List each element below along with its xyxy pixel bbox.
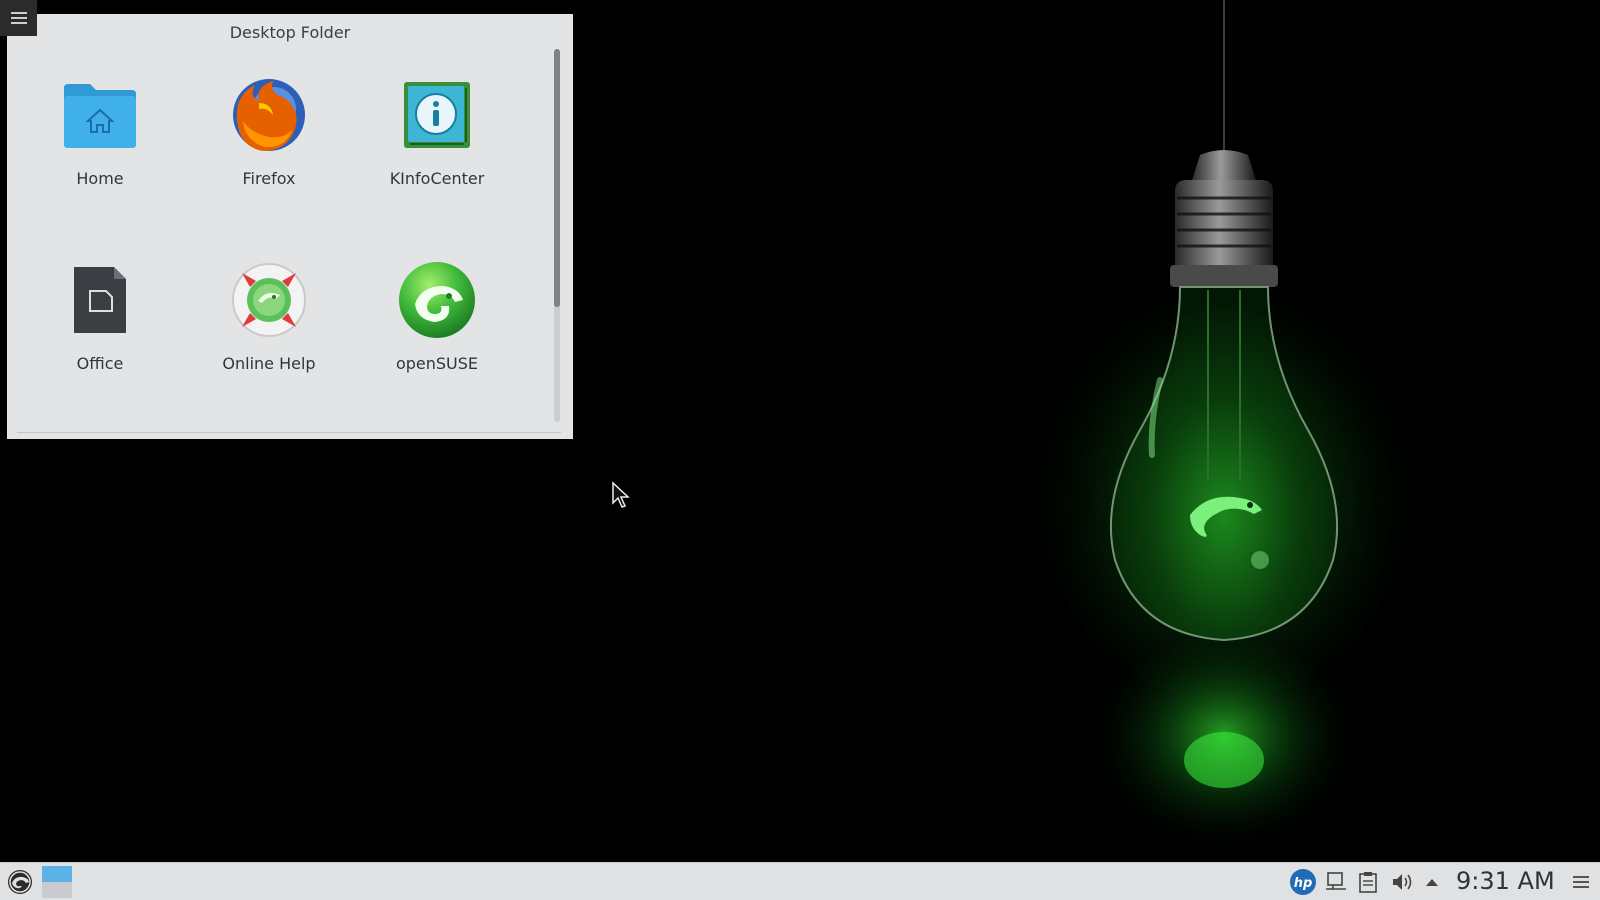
folder-title: Desktop Folder <box>229 23 351 42</box>
desktop-icon-online-help[interactable]: Online Help <box>189 259 349 429</box>
panel-menu-button[interactable] <box>1568 863 1594 900</box>
panel-menu-icon <box>1573 875 1589 888</box>
icon-label: KInfoCenter <box>389 169 485 188</box>
desktop-icon-opensuse[interactable]: openSUSE <box>357 259 517 429</box>
icon-label: Firefox <box>242 169 296 188</box>
folder-divider <box>17 432 561 433</box>
icon-label: Online Help <box>222 354 316 373</box>
opensuse-logo-icon <box>396 259 478 341</box>
folder-widget-menu-button[interactable] <box>0 0 37 36</box>
volume-icon <box>1393 873 1412 890</box>
display-icon <box>1326 871 1346 890</box>
desktop-icon-office[interactable]: Office <box>20 259 180 429</box>
icon-label: Office <box>76 354 124 373</box>
expand-tray-arrow-icon <box>1426 878 1438 886</box>
display-tray-button[interactable] <box>1322 863 1350 900</box>
icon-label: openSUSE <box>395 354 479 373</box>
folder-scrollbar-thumb[interactable] <box>554 49 560 307</box>
home-folder-icon <box>59 74 141 156</box>
svg-text:hp: hp <box>1294 876 1313 891</box>
desktop-icon-firefox[interactable]: Firefox <box>189 74 349 244</box>
desktop-icon-home[interactable]: Home <box>20 74 180 244</box>
office-document-icon <box>59 259 141 341</box>
opensuse-launcher-icon <box>8 869 32 894</box>
desktop-icon-kinfocenter[interactable]: KInfoCenter <box>357 74 517 244</box>
clipboard-icon <box>1359 871 1377 893</box>
pager-desktop-1[interactable] <box>40 863 74 900</box>
hp-icon: hp <box>1290 868 1316 895</box>
firefox-icon <box>228 74 310 156</box>
desktop-folder-widget[interactable]: Desktop Folder Home Firefox KInfoCenter … <box>7 14 573 439</box>
hamburger-icon <box>10 17 27 19</box>
taskbar: hp 9:31 AM <box>0 862 1600 900</box>
mouse-pointer-icon <box>612 481 630 508</box>
volume-tray-button[interactable] <box>1388 863 1416 900</box>
hp-tray-button[interactable]: hp <box>1288 863 1318 900</box>
folder-scrollbar[interactable] <box>554 49 560 422</box>
expand-tray-button[interactable] <box>1420 863 1444 900</box>
clipboard-tray-button[interactable] <box>1354 863 1382 900</box>
kinfocenter-icon <box>396 74 478 156</box>
icon-label: Home <box>76 169 124 188</box>
pager-desktop-icon <box>42 865 72 898</box>
application-launcher-button[interactable] <box>2 863 38 900</box>
wallpaper-lightbulb <box>1040 0 1460 862</box>
desktop[interactable]: Desktop Folder Home Firefox KInfoCenter … <box>0 0 1600 862</box>
taskbar-clock[interactable]: 9:31 AM <box>1456 863 1555 900</box>
online-help-lifebuoy-icon <box>228 259 310 341</box>
